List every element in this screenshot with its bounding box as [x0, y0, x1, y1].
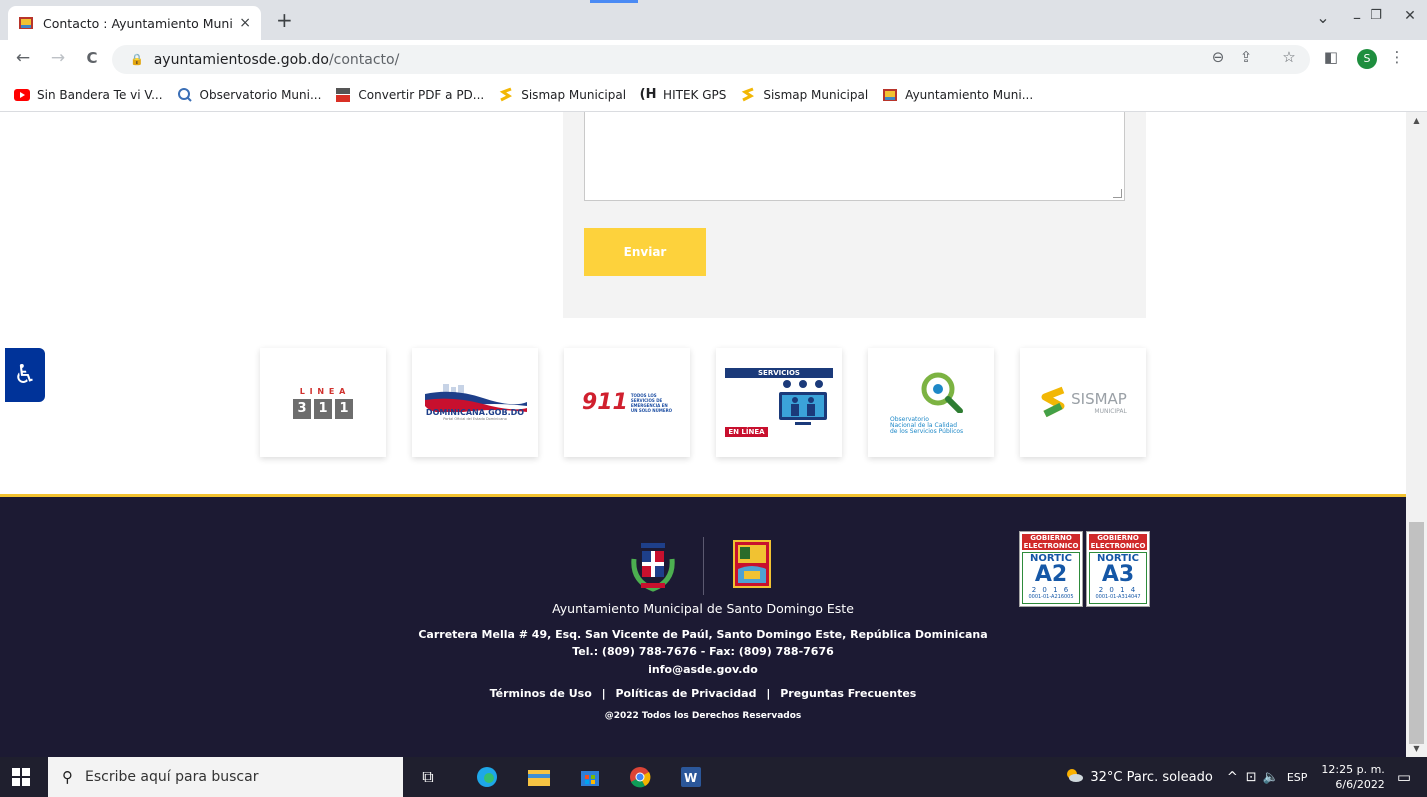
- profile-avatar[interactable]: S: [1357, 49, 1377, 69]
- resize-grip-icon[interactable]: [1113, 189, 1122, 198]
- ayuntamiento-icon: [882, 87, 898, 103]
- accessibility-icon[interactable]: ♿: [5, 348, 45, 402]
- nortic-a2-badge[interactable]: GOBIERNO ELECTRONICO NORTIC A2 2 0 1 6 00…: [1019, 531, 1083, 607]
- hitek-icon: (H: [639, 87, 657, 102]
- observatorio-icon: [177, 87, 193, 103]
- address-bar[interactable]: 🔒 ayuntamientosde.gob.do /contacto/: [112, 45, 1310, 74]
- footer-email[interactable]: info@asde.gov.do: [0, 663, 1406, 676]
- footer-link-separator: |: [601, 687, 606, 700]
- taskbar-clock[interactable]: 12:25 p. m. 6/6/2022: [1321, 762, 1384, 792]
- menu-kebab-icon[interactable]: ⋮: [1386, 48, 1408, 66]
- tab-title: Contacto : Ayuntamiento Municip: [43, 15, 234, 31]
- servicios-en-linea-logo[interactable]: SERVICIOS EN LÍNEA: [716, 348, 842, 457]
- chrome-icon[interactable]: [628, 765, 652, 789]
- footer-divider: [703, 537, 704, 595]
- municipal-shield-icon: [733, 540, 771, 588]
- tab-search-icon[interactable]: ⌄: [1311, 8, 1335, 27]
- sismap-icon: [498, 87, 514, 103]
- network-icon[interactable]: ⊡: [1246, 770, 1257, 785]
- bookmark-item[interactable]: (H HITEK GPS: [639, 87, 727, 103]
- terms-link[interactable]: Términos de Uso: [490, 687, 592, 700]
- ayuntamiento-favicon-icon: [19, 17, 33, 29]
- forward-icon[interactable]: →: [47, 48, 69, 68]
- svg-text:W: W: [684, 771, 697, 785]
- tray-chevron-icon[interactable]: ^: [1227, 770, 1238, 785]
- page-viewport: Enviar ♿ L I N E A 3 1 1 DOMINICANA.GOB.…: [0, 112, 1406, 757]
- footer-address: Carretera Mella # 49, Esq. San Vicente d…: [418, 628, 988, 641]
- windows-taskbar: ⚲ Escribe aquí para buscar ⧉ W 32°C Parc…: [0, 757, 1427, 797]
- bookmark-item[interactable]: Convertir PDF a PD...: [335, 87, 484, 103]
- weather-text[interactable]: 32°C Parc. soleado: [1090, 770, 1212, 785]
- url-path: /contacto/: [328, 51, 400, 68]
- youtube-icon: [14, 87, 30, 103]
- volume-icon[interactable]: 🔈: [1263, 770, 1279, 785]
- word-icon[interactable]: W: [679, 765, 703, 789]
- task-view-icon[interactable]: ⧉: [416, 765, 440, 789]
- share-icon[interactable]: ⇪: [1235, 48, 1257, 66]
- footer-phone: Tel.: (809) 788-7676 - Fax: (809) 788-76…: [572, 645, 834, 658]
- scroll-up-icon[interactable]: ▲: [1406, 116, 1427, 125]
- taskbar-search-input[interactable]: ⚲ Escribe aquí para buscar: [48, 757, 403, 797]
- windows-start-icon[interactable]: [12, 768, 30, 786]
- bookmark-item[interactable]: Observatorio Muni...: [177, 87, 321, 103]
- browser-tab[interactable]: Contacto : Ayuntamiento Municip ×: [8, 6, 261, 40]
- bookmark-item[interactable]: Sismap Municipal: [498, 87, 626, 103]
- page-scrollbar[interactable]: ▲ ▼: [1406, 112, 1427, 757]
- faq-link[interactable]: Preguntas Frecuentes: [780, 687, 916, 700]
- contact-form-panel: Enviar: [563, 112, 1146, 318]
- 911-logo[interactable]: 911 TODOS LOS SERVICIOS DE EMERGENCIA EN…: [564, 348, 690, 457]
- lock-icon: 🔒: [130, 53, 144, 66]
- close-window-icon[interactable]: ✕: [1398, 8, 1422, 24]
- reload-icon[interactable]: C: [81, 49, 103, 67]
- footer-org-name: Ayuntamiento Municipal de Santo Domingo …: [552, 601, 854, 616]
- system-tray: 32°C Parc. soleado ^ ⊡ 🔈 ESP 12:25 p. m.…: [1064, 757, 1427, 797]
- store-icon[interactable]: [578, 765, 602, 789]
- pdf24-icon: [335, 87, 351, 103]
- scroll-down-icon[interactable]: ▼: [1406, 744, 1427, 753]
- restore-icon[interactable]: ❐: [1364, 8, 1388, 23]
- side-panel-icon[interactable]: ◧: [1320, 48, 1342, 66]
- tab-close-icon[interactable]: ×: [239, 15, 251, 31]
- message-textarea[interactable]: [584, 112, 1125, 201]
- edge-icon[interactable]: [475, 765, 499, 789]
- file-explorer-icon[interactable]: [527, 765, 551, 789]
- national-coat-of-arms-icon: [631, 543, 675, 592]
- site-footer: Ayuntamiento Municipal de Santo Domingo …: [0, 494, 1406, 757]
- sismap-logo[interactable]: SISMAP MUNICIPAL: [1020, 348, 1146, 457]
- magnifier-icon: [921, 372, 963, 414]
- back-icon[interactable]: ←: [12, 48, 34, 68]
- dominicana-gob-logo[interactable]: DOMINICANA.GOB.DO Portal Oficial del Est…: [412, 348, 538, 457]
- bookmarks-bar: Sin Bandera Te vi V... Observatorio Muni…: [0, 78, 1427, 112]
- zoom-icon[interactable]: ⊖: [1207, 48, 1229, 66]
- search-icon: ⚲: [62, 768, 73, 786]
- send-button[interactable]: Enviar: [584, 228, 706, 276]
- loading-indicator: [590, 0, 638, 3]
- scrollbar-thumb[interactable]: [1409, 522, 1424, 744]
- nortic-badges: GOBIERNO ELECTRONICO NORTIC A2 2 0 1 6 00…: [1019, 531, 1150, 607]
- bookmark-item[interactable]: Ayuntamiento Muni...: [882, 87, 1033, 103]
- privacy-link[interactable]: Políticas de Privacidad: [615, 687, 756, 700]
- sismap-mark-icon: [1041, 386, 1065, 417]
- browser-tab-strip: Contacto : Ayuntamiento Municip × + ⌄ – …: [0, 0, 1427, 40]
- bookmark-item[interactable]: Sin Bandera Te vi V...: [14, 87, 163, 103]
- notifications-icon[interactable]: ▭: [1397, 768, 1411, 786]
- observatorio-logo[interactable]: Observatorio Nacional de la Calidad de l…: [868, 348, 994, 457]
- new-tab-button[interactable]: +: [276, 10, 293, 30]
- users-monitor-icon: [778, 379, 827, 425]
- sismap-icon: [740, 87, 756, 103]
- url-host: ayuntamientosde.gob.do: [153, 51, 329, 68]
- browser-toolbar: ← → C 🔒 ayuntamientosde.gob.do /contacto…: [0, 40, 1427, 78]
- footer-links: Términos de Uso | Políticas de Privacida…: [0, 687, 1406, 700]
- footer-copyright: @2022 Todos los Derechos Reservados: [604, 711, 802, 721]
- bookmark-star-icon[interactable]: ☆: [1278, 48, 1300, 66]
- search-placeholder: Escribe aquí para buscar: [85, 769, 259, 785]
- bookmark-item[interactable]: Sismap Municipal: [740, 87, 868, 103]
- linea-311-logo[interactable]: L I N E A 3 1 1: [260, 348, 386, 457]
- language-indicator[interactable]: ESP: [1287, 771, 1308, 784]
- nortic-a3-badge[interactable]: GOBIERNO ELECTRONICO NORTIC A3 2 0 1 4 00…: [1086, 531, 1150, 607]
- weather-icon: [1064, 767, 1084, 787]
- footer-link-separator: |: [766, 687, 771, 700]
